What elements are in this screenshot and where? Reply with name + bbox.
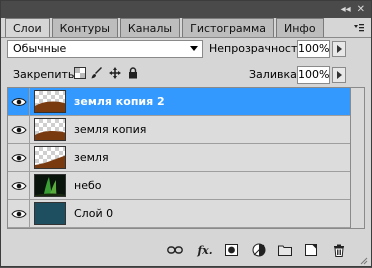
fill-label: Заливка: [249,68,301,81]
eye-icon[interactable] [8,88,30,115]
move-icon[interactable] [109,67,121,79]
layer-name: небо [74,179,102,192]
tab-paths[interactable]: Контуры [51,18,118,37]
chevron-down-icon [190,46,198,51]
layer-thumbnail [34,90,66,113]
lock-transparent-icon[interactable] [74,67,86,79]
tab-layers[interactable]: Слои [5,18,50,38]
layer-row[interactable]: земля [8,144,350,172]
link-icon[interactable] [167,243,183,257]
eye-icon[interactable] [8,144,30,171]
tabs-divider [1,37,371,38]
lock-icon[interactable] [127,67,139,79]
eye-icon[interactable] [8,172,30,199]
layer-row[interactable]: земля копия 2 [8,88,350,116]
fill-slider-button[interactable] [332,67,346,83]
layer-row[interactable]: земля копия [8,116,350,144]
panel-title-strip [1,1,371,18]
fx-icon[interactable]: fx. [195,243,215,257]
layers-list: земля копия 2 земля копия земля небо Сло… [7,87,351,229]
layer-row[interactable]: небо [8,172,350,200]
group-folder-icon[interactable] [277,243,293,257]
layer-thumbnail [34,118,66,141]
layer-name: Слой 0 [74,207,114,220]
brush-icon[interactable] [91,67,103,79]
panel-menu-icon[interactable] [351,21,367,35]
tab-info[interactable]: Инфо [276,18,324,37]
layers-scrollbar[interactable] [351,87,365,229]
trash-icon[interactable] [331,243,347,257]
tab-histogram[interactable]: Гистограмма [182,18,275,37]
close-icon[interactable]: ✕ [357,4,365,15]
layer-thumbnail [34,174,66,197]
blend-mode-value: Обычные [13,42,67,55]
layers-panel: ◂◂ ✕ Слои Контуры Каналы Гистограмма Инф… [0,0,372,267]
opacity-slider-button[interactable] [332,41,346,57]
new-layer-icon[interactable] [303,243,319,257]
resize-grip-icon[interactable] [360,255,368,265]
layer-thumbnail [34,146,66,169]
triangle-right-icon [337,45,342,53]
panel-tabs: Слои Контуры Каналы Гистограмма Инфо [5,18,326,38]
double-chevron-icon[interactable]: ◂◂ [341,4,351,15]
panel-bottom-bar: fx. [1,237,371,265]
layer-row[interactable]: Слой 0 [8,200,350,228]
triangle-right-icon [337,71,342,79]
opacity-label: Непрозрачность: [209,42,308,55]
eye-icon[interactable] [8,116,30,143]
tab-channels[interactable]: Каналы [119,18,181,37]
eye-icon[interactable] [8,200,30,227]
opacity-input[interactable]: 100% [297,40,330,58]
layer-name: земля копия [74,123,147,136]
panel-window-controls: ◂◂ ✕ [341,3,365,15]
mask-icon[interactable] [223,243,239,257]
blend-mode-select[interactable]: Обычные [7,40,203,58]
adjustment-icon[interactable] [251,243,267,257]
lock-label: Закрепить: [13,68,79,81]
layer-thumbnail [34,202,66,225]
layer-name: земля копия 2 [74,95,165,108]
fill-input[interactable]: 100% [297,66,330,84]
layer-name: земля [74,151,109,164]
